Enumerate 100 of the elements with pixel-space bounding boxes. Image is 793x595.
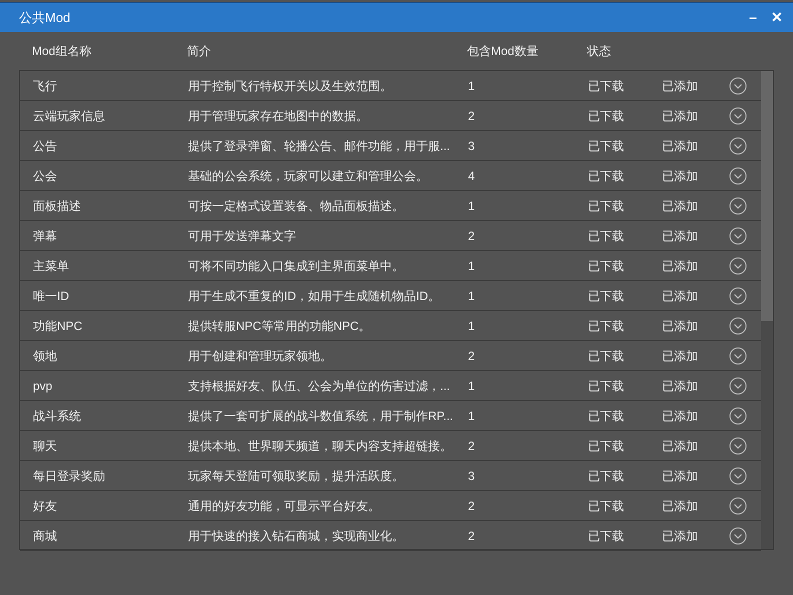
added-status: 已添加 — [662, 408, 699, 424]
name-cell-text: 公会 — [32, 168, 58, 184]
name-cell-text: 每日登录奖励 — [32, 468, 106, 484]
description-cell-text: 提供了一套可扩展的战斗数值系统，用于制作RP... — [188, 408, 454, 424]
column-header: 状态 — [587, 43, 612, 60]
expand-icon[interactable] — [729, 226, 747, 244]
column-header: 包含Mod数量 — [467, 43, 540, 60]
added-status: 已添加 — [662, 438, 699, 454]
added-status: 已添加 — [662, 348, 699, 364]
download-status: 已下载 — [588, 78, 625, 94]
expand-icon[interactable] — [729, 76, 747, 94]
description-cell-text: 支持根据好友、队伍、公会为单位的伤害过滤，... — [188, 378, 452, 394]
name-cell-text: 商城 — [32, 528, 58, 544]
count-cell-text: 2 — [468, 498, 476, 514]
window-title: 公共Mod — [19, 8, 72, 27]
added-status: 已添加 — [662, 198, 699, 214]
added-status: 已添加 — [662, 258, 699, 274]
download-status: 已下载 — [588, 498, 625, 514]
added-status: 已添加 — [662, 228, 699, 244]
name-cell-text: 飞行 — [32, 78, 58, 94]
expand-icon[interactable] — [729, 436, 747, 454]
added-status: 已添加 — [662, 318, 699, 334]
download-status: 已下载 — [588, 108, 625, 124]
expand-icon[interactable] — [729, 136, 747, 154]
download-status: 已下载 — [588, 228, 625, 244]
added-status: 已添加 — [662, 498, 699, 514]
download-status: 已下载 — [588, 408, 625, 424]
description-cell-text: 提供了登录弹窗、轮播公告、邮件功能，用于服... — [188, 138, 452, 154]
download-status: 已下载 — [588, 378, 625, 394]
expand-icon[interactable] — [729, 346, 747, 364]
added-status: 已添加 — [662, 378, 699, 394]
download-status: 已下载 — [588, 528, 625, 544]
expand-icon[interactable] — [729, 316, 747, 334]
name-cell-text: 云端玩家信息 — [32, 108, 106, 124]
expand-icon[interactable] — [729, 376, 747, 394]
added-status: 已添加 — [662, 528, 699, 544]
count-cell-text: 3 — [468, 138, 476, 154]
added-status: 已添加 — [662, 288, 699, 304]
name-cell-text: 领地 — [32, 348, 58, 364]
scrollbar-thumb[interactable] — [761, 71, 773, 321]
count-cell-text: 1 — [468, 288, 476, 304]
expand-icon[interactable] — [729, 256, 747, 274]
download-status: 已下载 — [588, 288, 625, 304]
description-cell-text: 可按一定格式设置装备、物品面板描述。 — [188, 198, 405, 214]
added-status: 已添加 — [662, 108, 699, 124]
expand-icon[interactable] — [729, 406, 747, 424]
name-cell-text: 弹幕 — [32, 228, 58, 244]
download-status: 已下载 — [588, 318, 625, 334]
count-cell-text: 1 — [468, 378, 476, 394]
scrollbar[interactable] — [761, 71, 773, 549]
expand-icon[interactable] — [729, 496, 747, 514]
count-cell-text: 2 — [468, 108, 476, 124]
count-cell-text: 2 — [468, 528, 476, 544]
added-status: 已添加 — [662, 168, 699, 184]
description-cell-text: 用于生成不重复的ID，如用于生成随机物品ID。 — [188, 288, 441, 304]
download-status: 已下载 — [588, 198, 625, 214]
added-status: 已添加 — [662, 138, 699, 154]
description-cell-text: 基础的公会系统，玩家可以建立和管理公会。 — [188, 168, 429, 184]
name-cell-text: 主菜单 — [32, 258, 70, 274]
minimize-button[interactable]: – — [741, 6, 765, 30]
description-cell-text: 提供转服NPC等常用的功能NPC。 — [188, 318, 372, 334]
expand-icon[interactable] — [729, 196, 747, 214]
count-cell-text: 2 — [468, 228, 476, 244]
column-header: Mod组名称 — [31, 43, 92, 60]
description-cell-text: 玩家每天登陆可领取奖励，提升活跃度。 — [188, 468, 405, 484]
download-status: 已下载 — [588, 168, 625, 184]
download-status: 已下载 — [588, 138, 625, 154]
description-cell-text: 通用的好友功能，可显示平台好友。 — [188, 498, 381, 514]
count-cell-text: 1 — [468, 408, 476, 424]
expand-icon[interactable] — [729, 106, 747, 124]
column-header: 简介 — [187, 43, 212, 60]
count-cell-text: 1 — [468, 258, 476, 274]
download-status: 已下载 — [588, 258, 625, 274]
close-button[interactable]: ✕ — [765, 6, 789, 30]
count-cell-text: 1 — [468, 78, 476, 94]
name-cell-text: 战斗系统 — [32, 408, 82, 424]
expand-icon[interactable] — [729, 166, 747, 184]
description-cell-text: 提供本地、世界聊天频道，聊天内容支持超链接。 — [188, 438, 453, 454]
added-status: 已添加 — [662, 78, 699, 94]
name-cell-text: 聊天 — [32, 438, 58, 454]
count-cell-text: 2 — [468, 438, 476, 454]
name-cell-text: 好友 — [32, 498, 58, 514]
expand-icon[interactable] — [729, 526, 747, 544]
added-status: 已添加 — [662, 468, 699, 484]
count-cell-text: 1 — [468, 318, 476, 334]
description-cell-text: 用于管理玩家存在地图中的数据。 — [188, 108, 369, 124]
name-cell-text: 功能NPC — [32, 318, 84, 334]
count-cell-text: 2 — [468, 348, 476, 364]
description-cell-text: 用于创建和管理玩家领地。 — [188, 348, 333, 364]
name-cell-text: 唯一ID — [32, 288, 70, 304]
name-cell-text: 公告 — [32, 138, 58, 154]
download-status: 已下载 — [588, 468, 625, 484]
description-cell-text: 用于快速的接入钻石商城，实现商业化。 — [188, 528, 405, 544]
expand-icon[interactable] — [729, 286, 747, 304]
count-cell-text: 3 — [468, 468, 476, 484]
expand-icon[interactable] — [729, 466, 747, 484]
description-cell-text: 可将不同功能入口集成到主界面菜单中。 — [188, 258, 405, 274]
name-cell-text: 面板描述 — [32, 198, 82, 214]
count-cell-text: 1 — [468, 198, 476, 214]
download-status: 已下载 — [588, 438, 625, 454]
